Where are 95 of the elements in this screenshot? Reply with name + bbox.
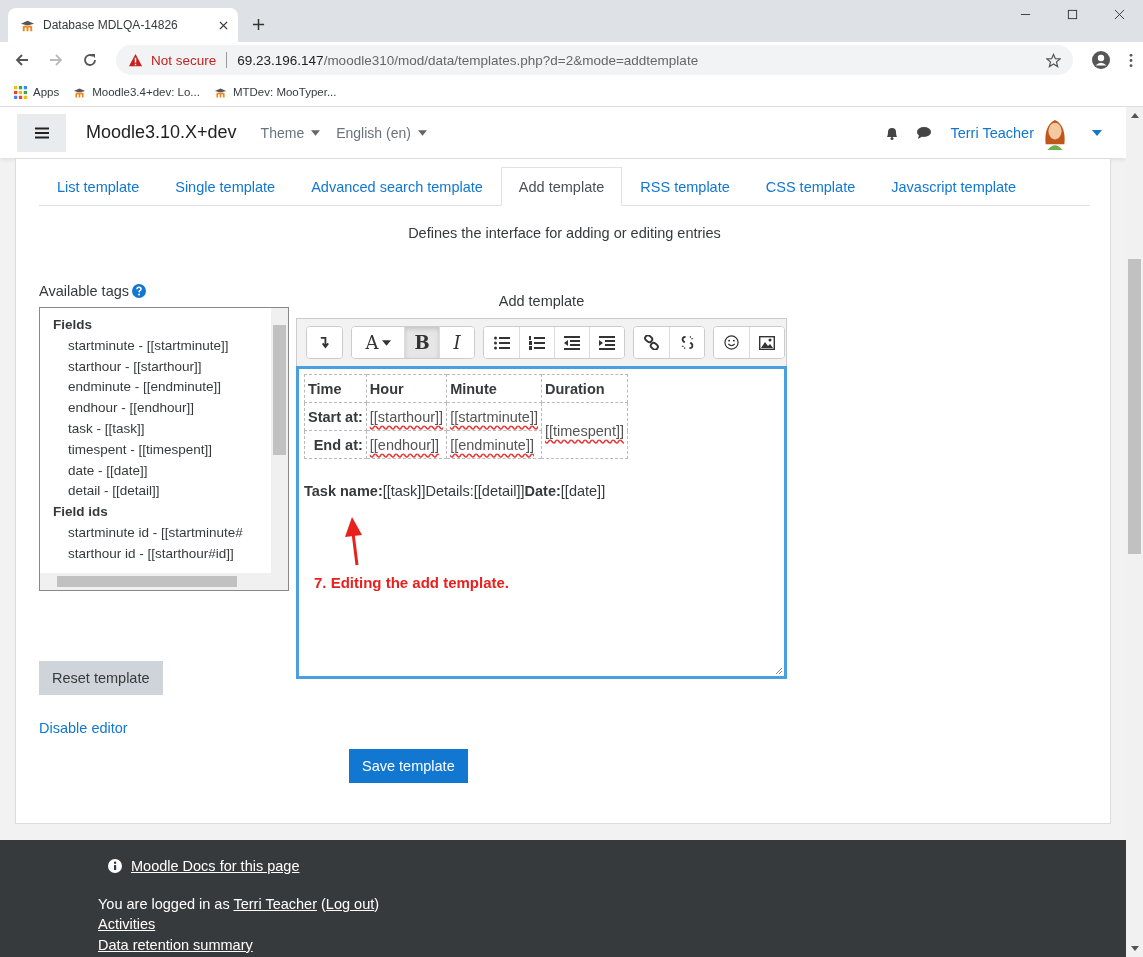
annotation-text: 7. Editing the add template. [314, 574, 510, 591]
collapse-button[interactable] [307, 327, 342, 358]
table-cell: Minute [446, 374, 542, 403]
maximize-icon[interactable] [1067, 9, 1078, 20]
warning-icon [128, 52, 143, 68]
template-tab[interactable]: Javascript template [873, 167, 1035, 206]
login-info: You are logged in as Terri Teacher (Log out) [98, 896, 381, 912]
back-icon[interactable] [14, 52, 30, 68]
indent-button[interactable] [589, 327, 624, 358]
disable-editor-link[interactable]: Disable editor [39, 720, 128, 736]
docs-link[interactable]: Moodle Docs for this page [131, 858, 300, 874]
tag-option[interactable]: timespent - [[timespent]] [53, 439, 213, 461]
caret-icon [311, 129, 321, 136]
italic-button[interactable]: I [439, 327, 474, 358]
template-tab[interactable]: RSS template [622, 167, 748, 206]
template-text: Task name:[[task]]Details:[[detail]]Date:[[date]] [304, 483, 607, 499]
help-icon[interactable] [132, 284, 147, 298]
new-tab-icon[interactable] [252, 18, 265, 31]
unlink-icon [679, 335, 695, 350]
table-cell: Hour [366, 374, 447, 403]
scrollbar[interactable] [271, 308, 288, 573]
profile-icon[interactable] [1091, 50, 1111, 70]
tag-option[interactable]: endhour - [[endhour]] [53, 398, 195, 419]
apps-grid-icon [14, 85, 27, 99]
numbered-list-icon [529, 335, 545, 350]
save-template-button[interactable]: Save template [349, 749, 468, 783]
editor-area[interactable]: Time Hour Minute Duration Start at: [[starthour]] [[startminute]] [[timespent]] End at: [[endhour]] [[endminute]] Task name:[[task]]Details:[[detail]]Date:[[date]] 7. Editing the add template. [296, 366, 787, 679]
star-icon[interactable] [1046, 52, 1061, 68]
table-cell: End at: [304, 430, 367, 459]
footer-link[interactable]: Activities [98, 914, 1126, 935]
smiley-icon [724, 335, 739, 350]
tag-option[interactable]: startminute id - [[startminute# [53, 522, 243, 544]
bookmark[interactable]: MTDev: MooTyper... [213, 85, 337, 99]
editor-label: Add template [497, 293, 586, 309]
close-icon[interactable] [1114, 9, 1125, 20]
template-tab[interactable]: Add template [500, 167, 623, 206]
resize-grip-icon[interactable] [775, 667, 783, 675]
bullet-list-icon [493, 335, 510, 350]
template-tab[interactable]: Single template [157, 167, 294, 206]
template-tab[interactable]: List template [39, 167, 158, 206]
menu-icon [34, 126, 49, 139]
reload-icon[interactable] [82, 52, 98, 68]
table-cell: Time [304, 374, 367, 403]
chat-icon[interactable] [916, 124, 933, 141]
nav-menu[interactable]: Theme [260, 124, 321, 141]
tag-option[interactable]: task - [[task]] [53, 419, 145, 440]
indent-icon [599, 335, 615, 350]
info-icon [108, 859, 122, 873]
caret-icon[interactable] [1092, 129, 1102, 136]
scrollbar[interactable] [40, 573, 288, 590]
close-icon[interactable] [219, 20, 228, 30]
tag-group-heading: Fields [53, 316, 93, 334]
table-cell: Duration [541, 374, 628, 403]
image-button[interactable] [749, 327, 784, 358]
moodle-icon [213, 85, 227, 99]
image-icon [759, 335, 775, 350]
user-link[interactable]: Terri Teacher [233, 896, 317, 912]
tag-option[interactable]: date - [[date]] [53, 460, 148, 482]
nav-menu[interactable]: English (en) [336, 124, 427, 141]
link-icon [644, 335, 659, 350]
tag-option[interactable]: endminute - [[endminute]] [53, 377, 222, 399]
menu-button[interactable] [17, 113, 66, 152]
tag-option[interactable]: startminute - [[startminute]] [53, 335, 229, 357]
description: Defines the interface for adding or editing entries [407, 225, 722, 241]
address-bar[interactable]: Not secure 69.23.196.147/moodle310/mod/data/templates.php?d=2&mode=addtemplate [116, 45, 1073, 75]
bookmark[interactable]: Moodle3.4+dev: Lo... [73, 85, 200, 99]
down-arrow-icon [319, 336, 330, 349]
menu-icon[interactable] [1129, 52, 1133, 68]
scroll-down-icon[interactable] [1130, 946, 1139, 951]
browser-tab[interactable]: Database MDLQA-14826 [8, 8, 238, 42]
table-cell: [[starthour]] [366, 402, 447, 431]
table-cell: Start at: [304, 402, 367, 431]
bookmark[interactable]: Apps [14, 85, 60, 99]
outdent-icon [564, 335, 580, 350]
site-name[interactable]: Moodle3.10.X+dev [86, 122, 237, 143]
caret-icon [417, 129, 427, 136]
table-cell: [[startminute]] [446, 402, 542, 431]
table-cell: [[endhour]] [366, 430, 447, 459]
caret-icon [381, 339, 391, 346]
unlink-button[interactable] [669, 327, 704, 358]
footer-link[interactable]: Data retention summary [98, 935, 1126, 956]
tag-option[interactable]: starthour id - [[starthour#id]] [53, 543, 234, 565]
moodle-icon [73, 85, 87, 99]
scroll-up-icon[interactable] [1130, 113, 1139, 118]
template-tab[interactable]: Advanced search template [293, 167, 501, 206]
tag-option[interactable]: detail - [[detail]] [53, 481, 160, 503]
tag-option[interactable]: starthour - [[starthour]] [53, 356, 202, 378]
template-tab[interactable]: CSS template [747, 167, 874, 206]
reset-template-button[interactable]: Reset template [39, 661, 163, 695]
user-name[interactable]: Terri Teacher [950, 124, 1034, 141]
tag-group-heading: Field ids [53, 503, 109, 522]
tag-list[interactable] [39, 307, 289, 591]
table-cell: [[timespent]] [541, 402, 628, 459]
bold-button[interactable]: B [404, 327, 439, 358]
available-tags-label: Available tags [39, 283, 130, 299]
